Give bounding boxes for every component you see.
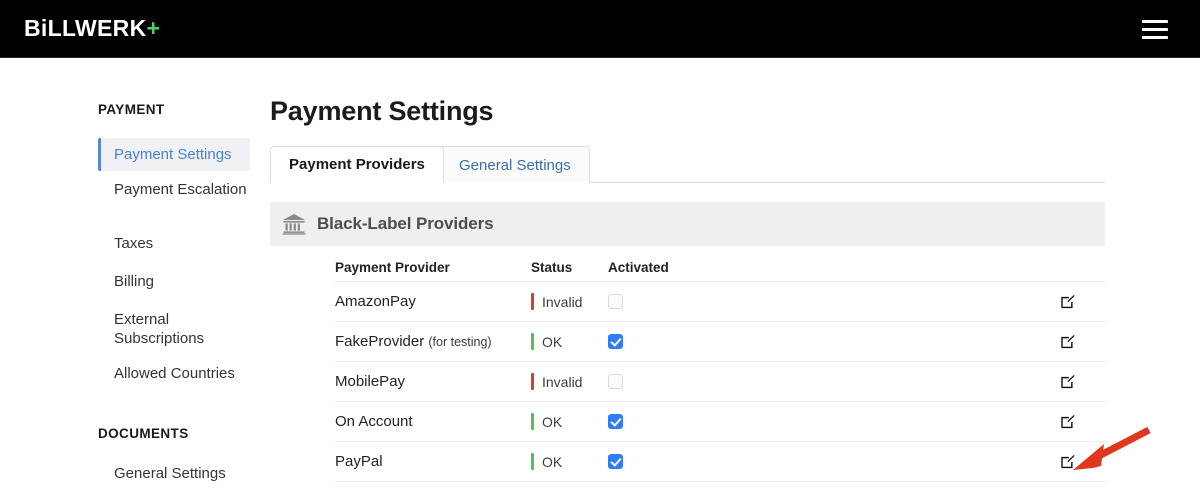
status-label: OK bbox=[542, 453, 563, 470]
brand-logo: BiLLWERK+ bbox=[24, 17, 160, 40]
status-indicator-bar bbox=[531, 373, 534, 390]
status-indicator-bar bbox=[531, 453, 534, 470]
hamburger-bar bbox=[1142, 20, 1168, 23]
cell-provider-name: AmazonPay bbox=[335, 293, 416, 310]
tab-general-settings[interactable]: General Settings bbox=[440, 146, 590, 183]
column-header-activated: Activated bbox=[608, 260, 669, 275]
edit-provider-button[interactable] bbox=[1060, 454, 1075, 469]
providers-table: Payment Provider Status Activated Amazon… bbox=[335, 254, 1105, 482]
provider-name: AmazonPay bbox=[335, 293, 416, 310]
edit-provider-button[interactable] bbox=[1060, 414, 1075, 429]
tab-label: General Settings bbox=[459, 156, 571, 174]
edit-provider-button[interactable] bbox=[1060, 334, 1075, 349]
sidebar-item-payment-escalation[interactable]: Payment Escalation bbox=[98, 180, 250, 199]
edit-pencil-square-icon bbox=[1061, 294, 1075, 309]
edit-provider-button[interactable] bbox=[1060, 374, 1075, 389]
hamburger-bar bbox=[1142, 28, 1168, 31]
tab-bar: Payment Providers General Settings bbox=[270, 146, 1105, 183]
provider-name: PayPal bbox=[335, 453, 383, 470]
cell-status: Invalid bbox=[531, 293, 582, 310]
app-header: BiLLWERK+ bbox=[0, 0, 1200, 58]
cell-activated bbox=[608, 294, 623, 309]
provider-name-note: (for testing) bbox=[428, 335, 492, 349]
cell-activated bbox=[608, 414, 623, 429]
activated-checkbox[interactable] bbox=[608, 374, 623, 389]
status-indicator-bar bbox=[531, 293, 534, 310]
activated-checkbox[interactable] bbox=[608, 414, 623, 429]
edit-pencil-square-icon bbox=[1061, 454, 1075, 469]
status-label: OK bbox=[542, 333, 563, 350]
cell-activated bbox=[608, 454, 623, 469]
cell-provider-name: PayPal bbox=[335, 453, 383, 470]
status-indicator-bar bbox=[531, 413, 534, 430]
status-label: Invalid bbox=[542, 293, 583, 310]
sidebar-item-label: Taxes bbox=[114, 235, 154, 252]
provider-name: FakeProvider bbox=[335, 333, 425, 350]
sidebar-item-allowed-countries[interactable]: Allowed Countries bbox=[98, 364, 250, 383]
provider-name: On Account bbox=[335, 413, 413, 430]
sidebar-item-label: Allowed Countries bbox=[114, 365, 235, 382]
tab-payment-providers[interactable]: Payment Providers bbox=[270, 146, 444, 183]
table-row: FakeProvider (for testing) OK bbox=[335, 322, 1105, 362]
cell-status: Invalid bbox=[531, 373, 582, 390]
table-row: PayPal OK bbox=[335, 442, 1105, 482]
sidebar-item-general-settings[interactable]: General Settings bbox=[98, 464, 250, 483]
edit-pencil-square-icon bbox=[1061, 414, 1075, 429]
cell-activated bbox=[608, 334, 623, 349]
sidebar-item-payment-settings[interactable]: Payment Settings bbox=[98, 138, 250, 171]
table-row: MobilePay Invalid bbox=[335, 362, 1105, 402]
sidebar-item-label: External Subscriptions bbox=[114, 311, 205, 347]
cell-status: OK bbox=[531, 333, 562, 350]
main-content: Payment Settings Payment Providers Gener… bbox=[265, 58, 1200, 502]
sidebar-item-billing[interactable]: Billing bbox=[98, 272, 250, 291]
status-label: Invalid bbox=[542, 373, 583, 390]
sidebar-group-payment-title: PAYMENT bbox=[98, 102, 165, 117]
hamburger-bar bbox=[1142, 36, 1168, 39]
bank-icon bbox=[282, 214, 306, 235]
tab-label: Payment Providers bbox=[289, 156, 425, 173]
sidebar-nav: PAYMENT Payment Settings Payment Escalat… bbox=[0, 58, 265, 502]
edit-provider-button[interactable] bbox=[1060, 294, 1075, 309]
provider-name: MobilePay bbox=[335, 373, 406, 390]
edit-pencil-square-icon bbox=[1061, 374, 1075, 389]
cell-activated bbox=[608, 374, 623, 389]
activated-checkbox[interactable] bbox=[608, 454, 623, 469]
sidebar-item-label: General Settings bbox=[114, 465, 226, 482]
sidebar-item-label: Payment Escalation bbox=[114, 181, 247, 198]
column-header-status: Status bbox=[531, 260, 573, 275]
sidebar-item-external-subscriptions[interactable]: External Subscriptions bbox=[98, 310, 250, 348]
activated-checkbox[interactable] bbox=[608, 294, 623, 309]
sidebar-item-label: Payment Settings bbox=[114, 146, 232, 163]
page-title: Payment Settings bbox=[270, 96, 494, 126]
sidebar-item-taxes[interactable]: Taxes bbox=[98, 234, 250, 253]
status-indicator-bar bbox=[531, 333, 534, 350]
cell-provider-name: FakeProvider (for testing) bbox=[335, 333, 492, 350]
cell-provider-name: On Account bbox=[335, 413, 413, 430]
table-row: AmazonPay Invalid bbox=[335, 282, 1105, 322]
section-title: Black-Label Providers bbox=[317, 214, 494, 233]
cell-status: OK bbox=[531, 453, 562, 470]
cell-provider-name: MobilePay bbox=[335, 373, 405, 390]
column-header-payment-provider: Payment Provider bbox=[335, 260, 450, 275]
brand-plus-mark: + bbox=[146, 15, 161, 41]
sidebar-group-documents-title: DOCUMENTS bbox=[98, 426, 189, 441]
table-header-row: Payment Provider Status Activated bbox=[335, 254, 1105, 282]
cell-status: OK bbox=[531, 413, 562, 430]
table-row: On Account OK bbox=[335, 402, 1105, 442]
edit-pencil-square-icon bbox=[1061, 334, 1075, 349]
activated-checkbox[interactable] bbox=[608, 334, 623, 349]
section-header-black-label-providers: Black-Label Providers bbox=[270, 202, 1105, 246]
brand-text: BiLLWERK bbox=[24, 15, 147, 41]
status-label: OK bbox=[542, 413, 563, 430]
sidebar-item-label: Billing bbox=[114, 273, 155, 290]
hamburger-menu-icon[interactable] bbox=[1142, 20, 1168, 39]
